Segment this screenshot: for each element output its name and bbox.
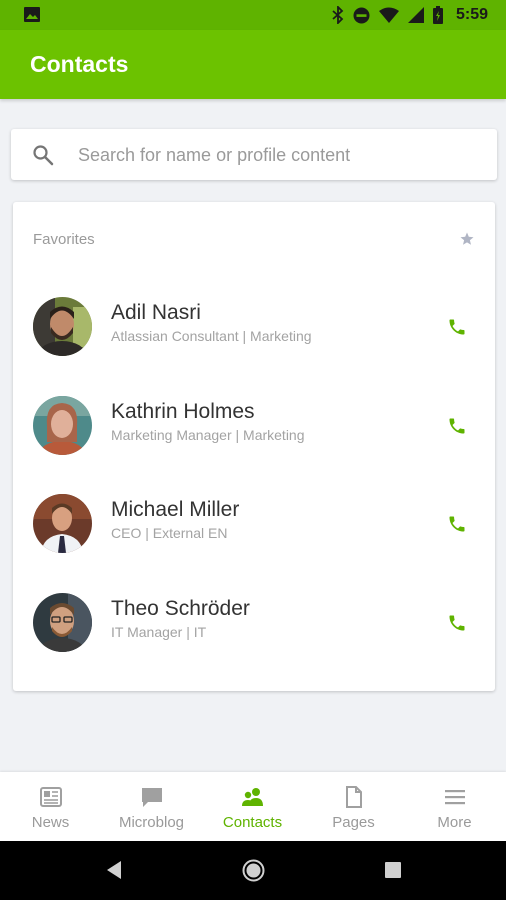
recents-icon[interactable] <box>385 862 401 878</box>
avatar <box>33 297 92 356</box>
contact-role: CEO | External EN <box>111 525 228 541</box>
search-input[interactable] <box>78 139 478 171</box>
page-title: Contacts <box>30 51 129 77</box>
bottom-nav: News Microblog Contacts Pages More <box>0 772 506 841</box>
status-time: 5:59 <box>455 6 488 23</box>
app-bar: Contacts <box>0 30 506 99</box>
avatar <box>33 593 92 652</box>
news-icon <box>40 787 62 807</box>
menu-icon <box>445 790 465 805</box>
contact-item[interactable]: Adil Nasri Atlassian Consultant | Market… <box>13 297 495 395</box>
nav-label: Microblog <box>118 814 185 831</box>
star-icon[interactable] <box>460 232 474 246</box>
nav-item-pages[interactable]: Pages <box>303 772 404 841</box>
contact-role: IT Manager | IT <box>111 624 207 640</box>
system-nav-bar <box>0 841 506 900</box>
signal-icon <box>407 7 424 23</box>
home-icon[interactable] <box>242 859 265 882</box>
nav-label: News <box>31 814 70 831</box>
battery-icon <box>432 6 443 24</box>
nav-item-microblog[interactable]: Microblog <box>101 772 202 841</box>
nav-label: Pages <box>332 814 375 831</box>
search-bar[interactable] <box>11 129 497 180</box>
phone-icon[interactable] <box>447 514 467 534</box>
image-notification-icon <box>24 7 40 22</box>
nav-label: Contacts <box>222 814 283 831</box>
phone-icon[interactable] <box>447 613 467 633</box>
contact-name: Michael Miller <box>111 498 240 521</box>
phone-icon[interactable] <box>447 416 467 436</box>
microblog-icon <box>142 788 162 807</box>
nav-item-news[interactable]: News <box>0 772 101 841</box>
status-bar: 5:59 <box>0 0 506 30</box>
do-not-disturb-icon <box>353 7 370 23</box>
contacts-icon <box>242 788 263 806</box>
avatar <box>33 494 92 553</box>
contact-role: Marketing Manager | Marketing <box>111 427 305 443</box>
favorites-label: Favorites <box>33 231 95 248</box>
search-icon <box>33 145 54 166</box>
contact-name: Theo Schröder <box>111 597 250 620</box>
contact-item[interactable]: Kathrin Holmes Marketing Manager | Marke… <box>13 396 495 494</box>
contact-role: Atlassian Consultant | Marketing <box>111 328 312 344</box>
nav-item-contacts[interactable]: Contacts <box>202 772 303 841</box>
contact-item[interactable]: Michael Miller CEO | External EN <box>13 494 495 592</box>
nav-item-more[interactable]: More <box>404 772 505 841</box>
favorites-card: Favorites Adil Nasri Atlassian Consultan… <box>13 202 495 691</box>
avatar <box>33 396 92 455</box>
nav-label: More <box>437 814 472 831</box>
pages-icon <box>346 786 362 808</box>
wifi-icon <box>378 7 399 23</box>
back-icon[interactable] <box>105 860 123 880</box>
bluetooth-icon <box>332 6 344 24</box>
phone-icon[interactable] <box>447 317 467 337</box>
contact-item[interactable]: Theo Schröder IT Manager | IT <box>13 593 495 691</box>
contact-name: Adil Nasri <box>111 301 201 324</box>
contact-name: Kathrin Holmes <box>111 400 255 423</box>
